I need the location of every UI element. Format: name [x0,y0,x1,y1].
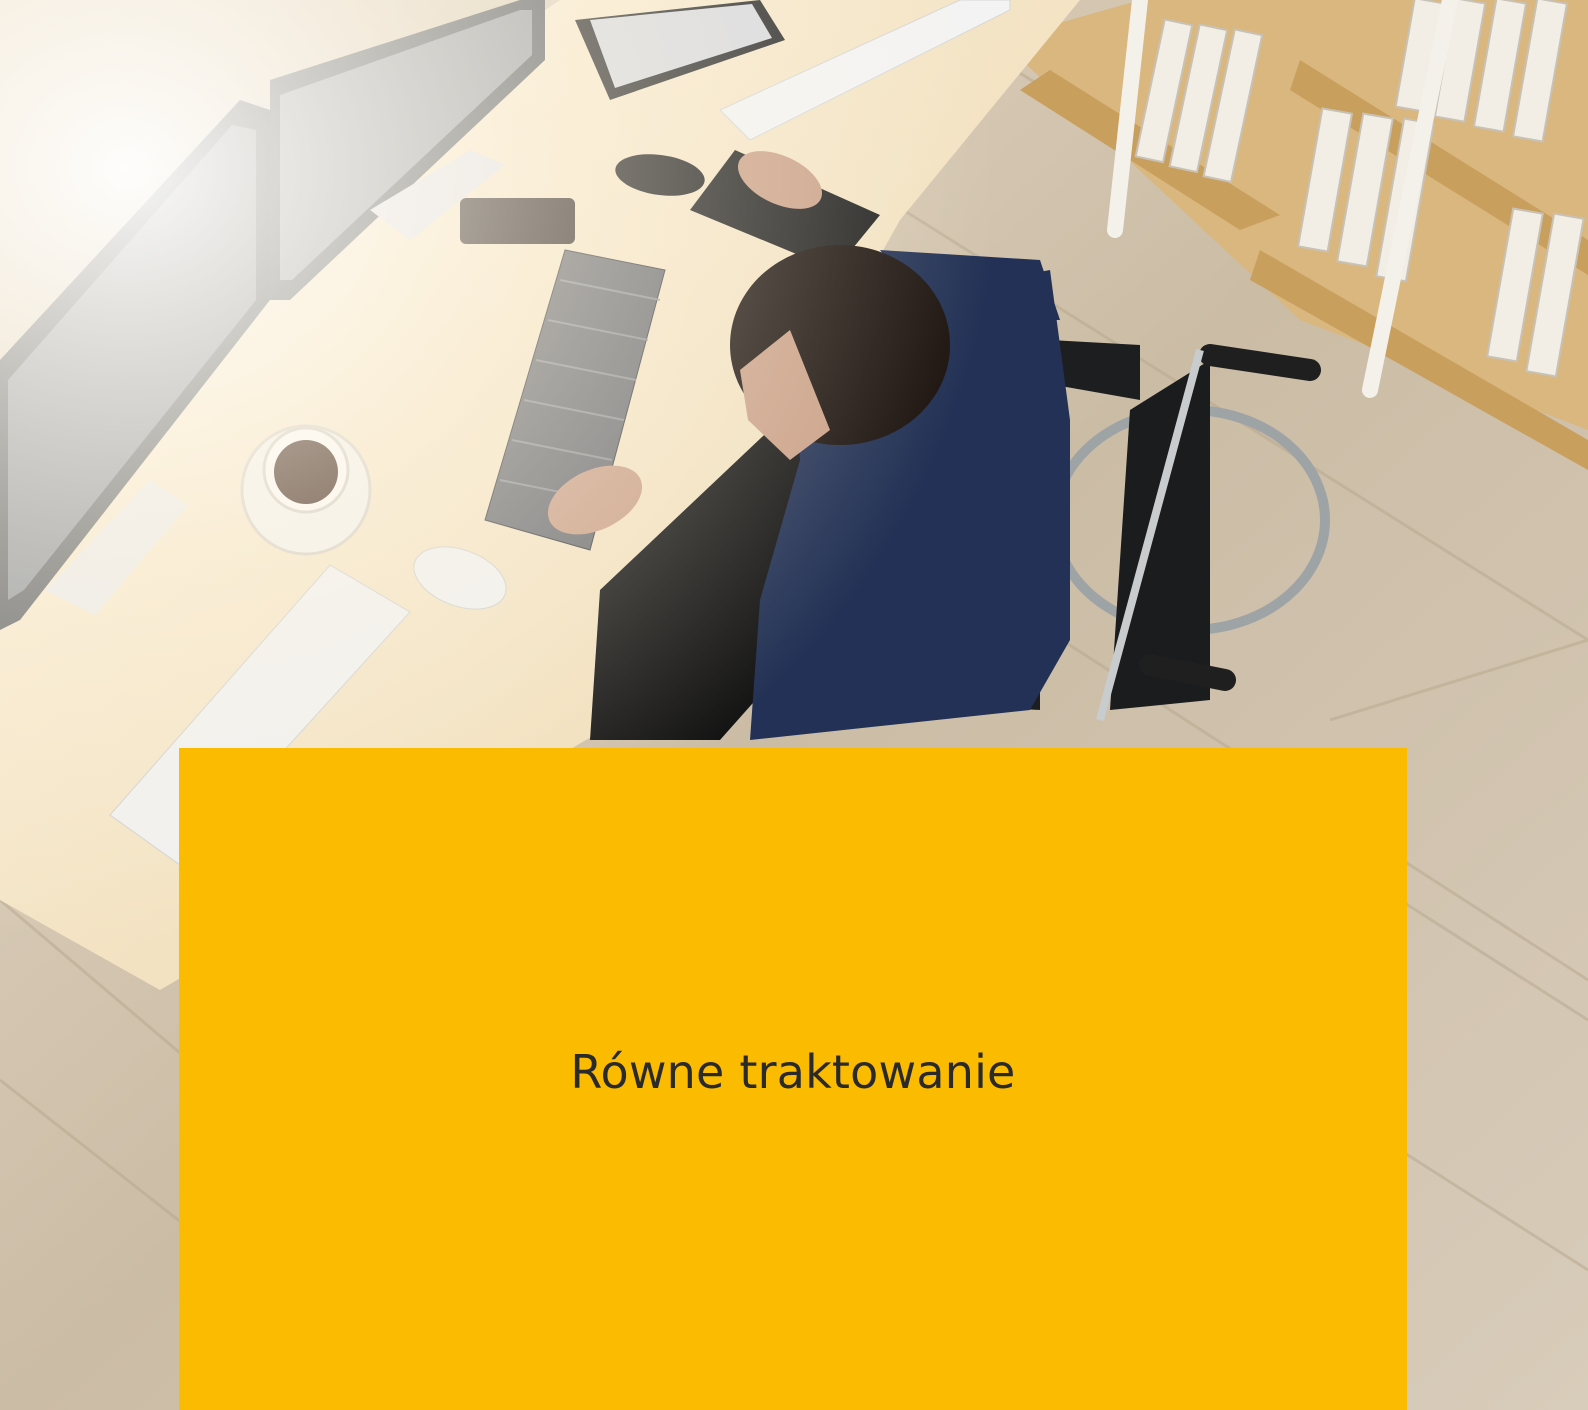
card-title: Równe traktowanie [570,1045,1016,1099]
page: Równe traktowanie [0,0,1588,1410]
title-card: Równe traktowanie [179,748,1407,1410]
